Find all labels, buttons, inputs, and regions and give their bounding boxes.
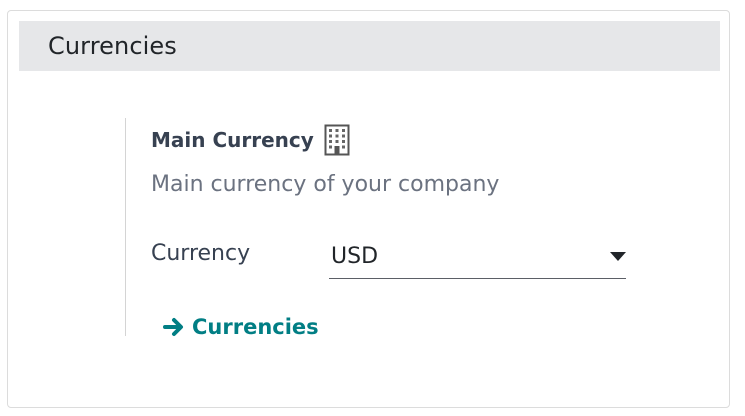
section-title: Currencies (48, 32, 177, 60)
currency-field-label: Currency (151, 241, 251, 266)
caret-down-icon[interactable] (610, 252, 626, 262)
currencies-link[interactable]: Currencies (163, 314, 319, 340)
settings-card: Currencies Main Currency Main currency o… (7, 10, 730, 408)
main-currency-setting: Main Currency Main currency of your comp… (125, 118, 645, 339)
currency-select[interactable]: USD (329, 242, 626, 279)
setting-title-row: Main Currency (151, 124, 350, 156)
section-header: Currencies (19, 21, 720, 71)
setting-title: Main Currency (151, 128, 314, 152)
currency-select-value: USD (331, 244, 379, 269)
currencies-link-label: Currencies (192, 315, 319, 339)
building-icon (324, 124, 350, 156)
setting-description: Main currency of your company (151, 172, 500, 197)
arrow-right-icon (163, 318, 183, 336)
